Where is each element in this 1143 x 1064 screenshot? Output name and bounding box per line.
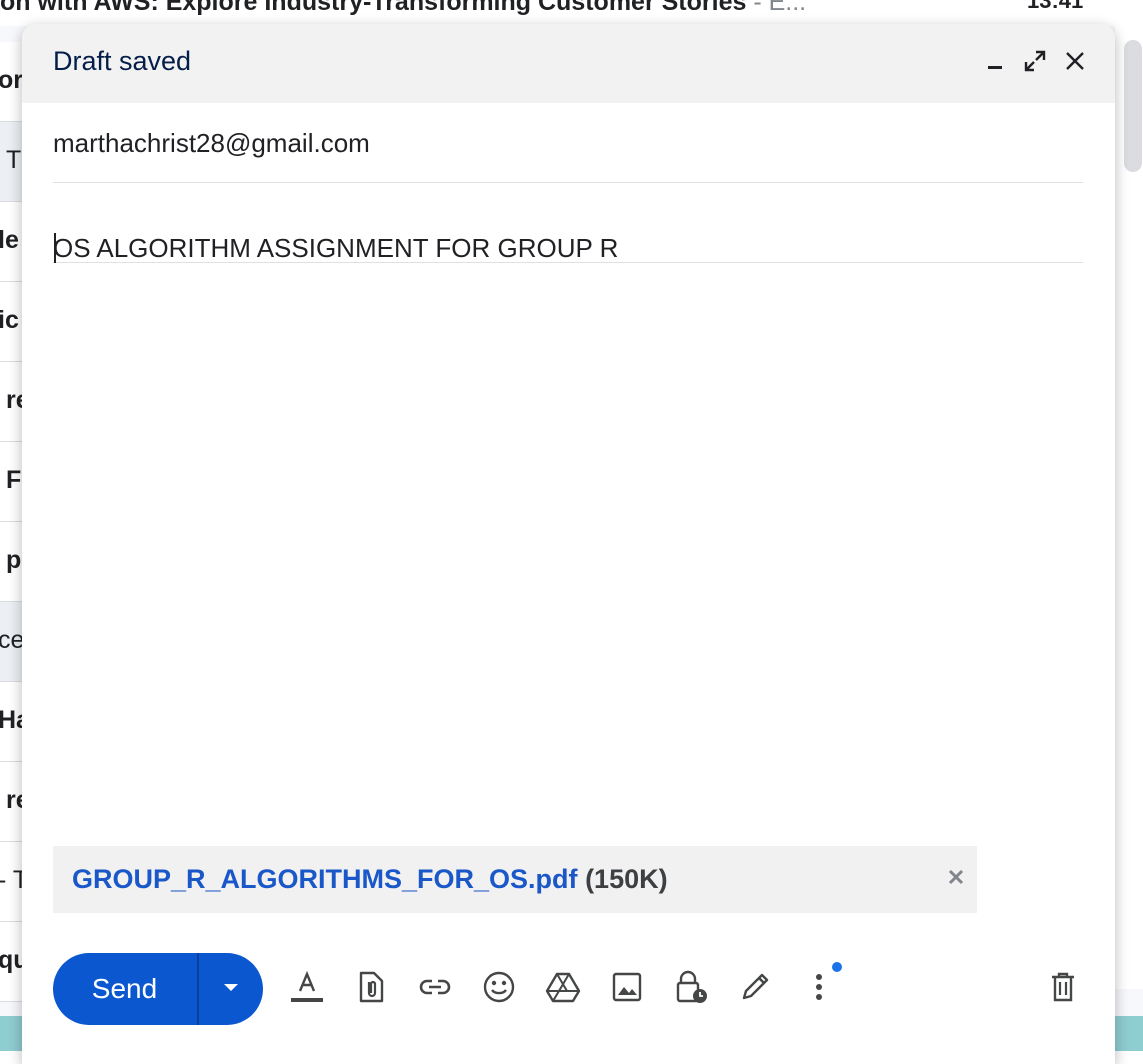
compose-header[interactable]: Draft saved [22,24,1115,103]
insert-link-button[interactable] [413,967,457,1011]
confidential-mode-button[interactable] [669,967,713,1011]
row-fragment: - T [0,866,22,895]
row-time: 13:41 [1027,0,1084,13]
row-fragment: p [6,546,22,574]
signature-icon [738,970,772,1009]
emoji-icon [482,970,516,1009]
row-fragment: re [6,386,22,414]
format-text-icon [289,969,325,1010]
more-options-button[interactable] [797,967,841,1011]
inbox-row[interactable]: F [0,442,22,522]
inbox-row-top[interactable]: on with AWS: Explore Industry-Transformi… [0,0,1143,26]
minimize-icon [985,51,1005,76]
row-fragment: Ha [0,706,22,735]
to-recipient: marthachrist28@gmail.com [53,128,370,158]
row-subject: on with AWS: Explore Industry-Transformi… [0,0,807,16]
insert-link-icon [418,977,452,1002]
inbox-row[interactable]: re [0,362,22,442]
row-fragment: T [6,146,22,174]
confidential-mode-icon [674,969,708,1010]
formatting-options-button[interactable] [285,967,329,1011]
remove-attachment-button[interactable] [943,866,969,892]
row-fragment: ic [0,306,19,334]
inbox-row[interactable]: re [0,762,22,842]
compose-window: Draft saved marthachrist28@gmail.com OS … [22,24,1115,1064]
compose-title: Draft saved [53,46,192,76]
attach-file-icon [356,970,386,1009]
insert-photo-button[interactable] [605,967,649,1011]
message-body[interactable] [53,264,1083,834]
notification-dot [832,962,842,972]
attachment-size: (150K) [585,864,668,894]
inbox-row[interactable]: le [0,202,22,282]
inbox-row[interactable]: T [0,122,22,202]
discard-draft-button[interactable] [1041,967,1085,1011]
insert-from-drive-button[interactable] [541,967,585,1011]
inbox-row[interactable]: ork [0,42,22,122]
row-fragment: qu [0,946,22,975]
inbox-row[interactable]: - T [0,842,22,922]
row-fragment: le [0,226,19,254]
fullscreen-button[interactable] [1016,44,1054,82]
subject-field[interactable]: OS ALGORITHM ASSIGNMENT FOR GROUP R [53,183,1083,263]
insert-photo-icon [611,971,643,1008]
drive-icon [545,971,581,1008]
to-field[interactable]: marthachrist28@gmail.com [53,103,1083,183]
row-fragment: re [6,786,22,814]
attach-files-button[interactable] [349,967,393,1011]
scrollbar-thumb[interactable] [1124,40,1142,172]
expand-icon [1023,49,1047,78]
row-fragment: ce [0,626,22,655]
insert-emoji-button[interactable] [477,967,521,1011]
inbox-row[interactable]: ic [0,282,22,362]
close-button[interactable] [1056,44,1094,82]
inbox-row[interactable]: p [0,522,22,602]
subject-text: OS ALGORITHM ASSIGNMENT FOR GROUP R [53,233,619,263]
chevron-down-icon [223,980,239,998]
text-cursor [54,233,56,263]
schedule-send-dropdown[interactable] [199,953,263,1025]
minimize-button[interactable] [976,44,1014,82]
inbox-row[interactable]: ce [0,602,22,682]
send-button[interactable]: Send [53,953,196,1025]
insert-signature-button[interactable] [733,967,777,1011]
attachment-chip[interactable]: GROUP_R_ALGORITHMS_FOR_OS.pdf (150K) [53,846,977,913]
trash-icon [1049,971,1077,1008]
inbox-row[interactable]: qu [0,922,22,1002]
more-options-icon [814,972,824,1007]
close-icon [1064,50,1086,77]
inbox-row[interactable]: Ha [0,682,22,762]
attachment-name[interactable]: GROUP_R_ALGORITHMS_FOR_OS.pdf [72,864,578,894]
send-button-group: Send [53,953,263,1025]
row-fragment: F [6,466,22,494]
close-icon [947,868,965,891]
row-fragment: ork [0,66,22,95]
